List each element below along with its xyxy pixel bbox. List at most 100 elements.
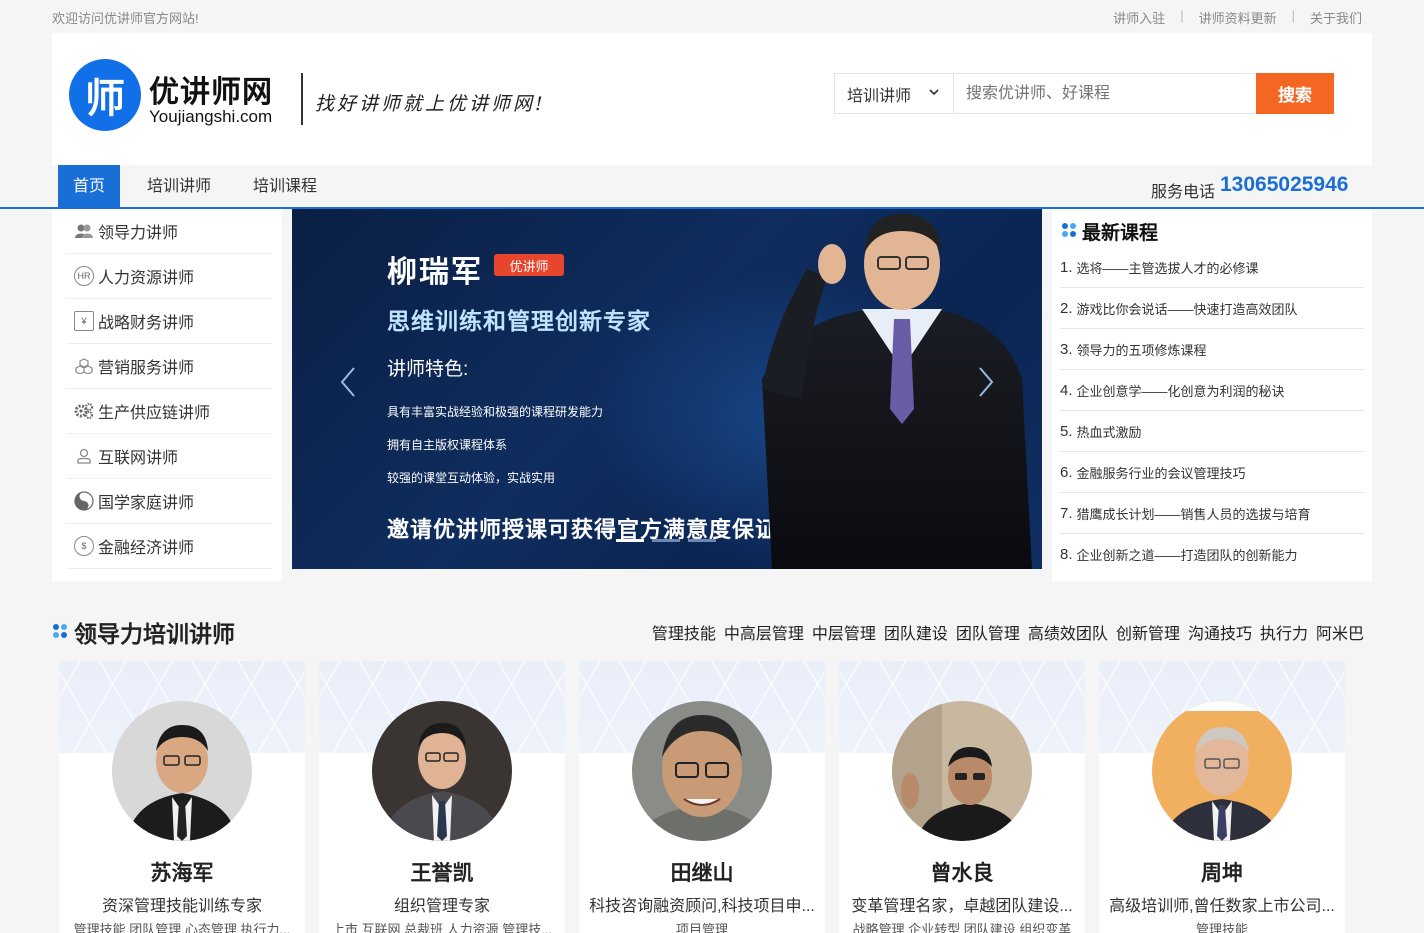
sidebar-item-label: 领导力讲师	[98, 225, 179, 242]
tag-link[interactable]: 中高层管理	[724, 620, 804, 644]
course-item[interactable]: 1. 选将——主管选拔人才的必修课	[1060, 247, 1364, 288]
tag-link[interactable]: 团队管理	[956, 620, 1020, 644]
link-about-us[interactable]: 关于我们	[1310, 8, 1362, 27]
sidebar-item-label: 国学家庭讲师	[98, 495, 195, 512]
search-button[interactable]: 搜索	[1256, 73, 1334, 114]
nav-courses[interactable]: 培训课程	[244, 165, 326, 208]
slide-dot[interactable]	[688, 539, 716, 542]
lecturer-title: 组织管理专家	[393, 898, 490, 915]
banner-title: 思维训练和管理创新专家	[387, 308, 651, 334]
user-icon	[74, 446, 94, 466]
lecturer-card[interactable]: 田继山 科技咨询融资顾问,科技项目申... 项目管理	[579, 661, 825, 933]
slide-dot[interactable]	[652, 539, 680, 542]
sidebar-item-label: 人力资源讲师	[98, 270, 195, 287]
tag-link[interactable]: 团队建设	[884, 620, 948, 644]
prev-slide-icon[interactable]	[338, 364, 358, 410]
lecturer-name: 田继山	[670, 862, 734, 885]
lecturer-title: 变革管理名家，卓越团队建设...	[851, 898, 1073, 915]
logo-icon[interactable]: 师	[69, 59, 141, 131]
tag-link[interactable]: 阿米巴	[1316, 620, 1364, 644]
lecturer-tags: 上市 互联网 总裁班 人力资源 管理技...	[331, 922, 553, 933]
link-update-profile[interactable]: 讲师资料更新	[1199, 8, 1277, 27]
people-icon	[74, 221, 94, 241]
lecturer-title: 高级培训师,曾任数家上市公司...	[1109, 898, 1335, 915]
finance-doc-icon: ¥	[74, 311, 94, 331]
lecturer-card[interactable]: 王誉凯 组织管理专家 上市 互联网 总裁班 人力资源 管理技...	[319, 661, 565, 933]
tag-link[interactable]: 沟通技巧	[1188, 620, 1252, 644]
sidebar-item-economy[interactable]: $ 金融经济讲师	[66, 524, 272, 569]
next-slide-icon[interactable]	[976, 364, 996, 410]
link-join-lecturer[interactable]: 讲师入驻	[1113, 8, 1165, 27]
section-dots-icon	[53, 624, 67, 638]
slide-dot[interactable]	[616, 539, 644, 542]
course-item[interactable]: 8. 企业创新之道——打造团队的创新能力	[1060, 534, 1364, 575]
slide-indicators	[616, 539, 716, 542]
top-links: 讲师入驻 | 讲师资料更新 | 关于我们	[1113, 8, 1362, 27]
sidebar-item-sinology[interactable]: 国学家庭讲师	[66, 479, 272, 524]
lecturer-title: 科技咨询融资顾问,科技项目申...	[589, 898, 815, 915]
lecturer-name: 王誉凯	[410, 862, 474, 885]
chevron-down-icon	[928, 85, 940, 102]
sidebar-item-hr[interactable]: HR 人力资源讲师	[66, 254, 272, 299]
sidebar-item-label: 金融经济讲师	[98, 540, 195, 557]
lecturer-avatar	[632, 701, 772, 841]
gears-icon	[74, 401, 94, 421]
lecturer-avatar	[892, 701, 1032, 841]
sidebar-item-supply-chain[interactable]: 生产供应链讲师	[66, 389, 272, 434]
tag-link[interactable]: 执行力	[1260, 620, 1308, 644]
banner-brand-tag: 优讲师	[494, 254, 564, 276]
nav-lecturers[interactable]: 培训讲师	[138, 165, 220, 208]
yin-yang-icon	[74, 491, 94, 511]
course-item[interactable]: 4. 企业创意学——化创意为利润的秘诀	[1060, 370, 1364, 411]
logo-divider	[301, 73, 303, 125]
lecturer-name: 周坤	[1201, 862, 1243, 885]
lecturer-tags: 战略管理 企业转型 团队建设 组织变革	[852, 922, 1072, 933]
banner-feature: 具有丰富实战经验和极强的课程研发能力	[387, 405, 604, 419]
sidebar-item-leadership[interactable]: 领导力讲师	[66, 209, 272, 254]
tag-link[interactable]: 管理技能	[652, 620, 716, 644]
lecturer-card[interactable]: 苏海军 资深管理技能训练专家 管理技能 团队管理 心态管理 执行力...	[59, 661, 305, 933]
tag-link[interactable]: 创新管理	[1116, 620, 1180, 644]
course-item[interactable]: 5. 热血式激励	[1060, 411, 1364, 452]
nav-home[interactable]: 首页	[58, 165, 120, 208]
section-tags: 管理技能 中高层管理 中层管理 团队建设 团队管理 高绩效团队 创新管理 沟通技…	[652, 620, 1364, 644]
lecturer-card[interactable]: 周坤 高级培训师,曾任数家上市公司... 管理技能	[1099, 661, 1345, 933]
cubes-icon	[74, 356, 94, 376]
latest-courses-panel: 最新课程 1. 选将——主管选拔人才的必修课 2. 游戏比你会说话——快速打造高效团…	[1052, 209, 1372, 581]
section-title: 领导力培训讲师	[74, 621, 235, 647]
logo-domain[interactable]: Youjiangshi.com	[149, 107, 272, 127]
course-item[interactable]: 2. 游戏比你会说话——快速打造高效团队	[1060, 288, 1364, 329]
separator: |	[1291, 8, 1295, 23]
lecturer-tags: 管理技能	[1195, 922, 1248, 933]
search-input[interactable]	[953, 73, 1257, 114]
lecturer-tags: 项目管理	[675, 922, 728, 933]
separator: |	[1180, 8, 1184, 23]
latest-courses-title: 最新课程	[1082, 223, 1159, 244]
phone-number[interactable]: 13065025946	[1220, 173, 1348, 197]
course-item[interactable]: 7. 猎鹰成长计划——销售人员的选拔与培育	[1060, 493, 1364, 534]
banner-lecturer-name: 柳瑞军	[387, 256, 483, 289]
lecturer-card[interactable]: 曾水良 变革管理名家，卓越团队建设... 战略管理 企业转型 团队建设 组织变革	[839, 661, 1085, 933]
sidebar-item-finance[interactable]: ¥ 战略财务讲师	[66, 299, 272, 344]
site-slogan: 找好讲师就上优讲师网!	[315, 93, 546, 115]
hero-banner[interactable]: 柳瑞军 优讲师 思维训练和管理创新专家 讲师特色: 具有丰富实战经验和极强的课程…	[292, 209, 1042, 569]
sidebar-item-marketing[interactable]: 营销服务讲师	[66, 344, 272, 389]
site-header: 师 优讲师网 Youjiangshi.com 找好讲师就上优讲师网! 培训讲师 …	[52, 33, 1372, 165]
lecturer-name: 苏海军	[150, 862, 214, 885]
lecturer-avatar	[1152, 701, 1292, 841]
hr-icon: HR	[74, 266, 94, 286]
logo-text[interactable]: 优讲师网	[149, 67, 273, 111]
lecturer-avatar	[112, 701, 252, 841]
course-item[interactable]: 6. 金融服务行业的会议管理技巧	[1060, 452, 1364, 493]
sidebar-item-label: 生产供应链讲师	[98, 405, 211, 422]
lecturer-name: 曾水良	[930, 862, 994, 885]
lecturer-tags: 管理技能 团队管理 心态管理 执行力...	[73, 922, 291, 933]
tag-link[interactable]: 中层管理	[812, 620, 876, 644]
search-category-value: 培训讲师	[847, 87, 912, 105]
lecturer-avatar	[372, 701, 512, 841]
sidebar-item-internet[interactable]: 互联网讲师	[66, 434, 272, 479]
banner-slogan: 邀请优讲师授课可获得官方满意度保证!	[387, 517, 787, 542]
tag-link[interactable]: 高绩效团队	[1028, 620, 1108, 644]
course-item[interactable]: 3. 领导力的五项修炼课程	[1060, 329, 1364, 370]
search-category-select[interactable]: 培训讲师	[834, 73, 954, 114]
